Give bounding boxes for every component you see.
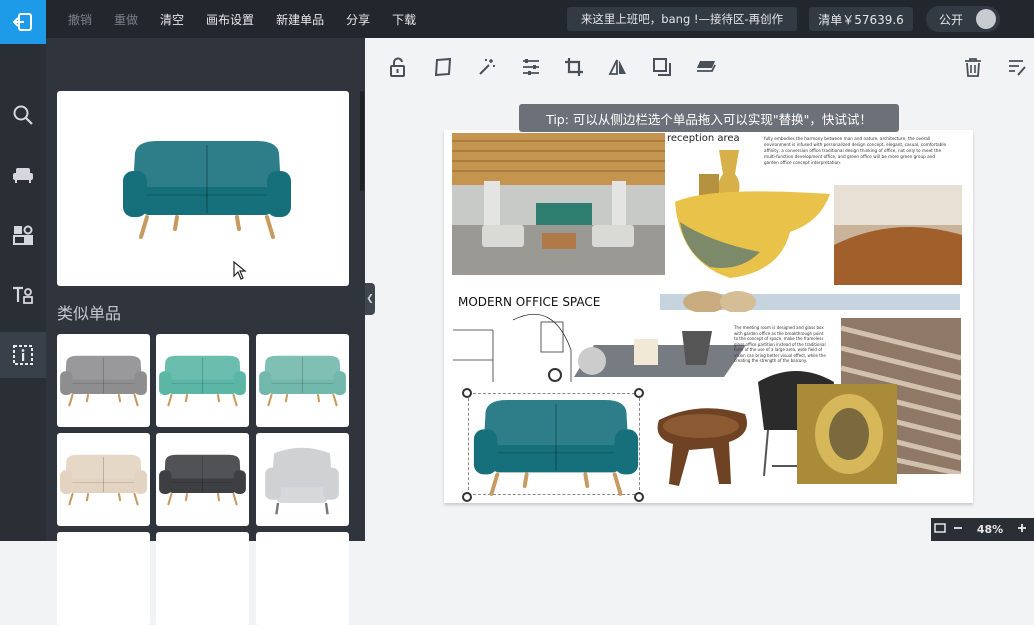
color-swatch-strip <box>660 291 960 312</box>
resize-handle[interactable] <box>634 388 644 398</box>
reception-label: reception area <box>667 133 740 144</box>
magic-button[interactable] <box>475 55 499 79</box>
zoom-in-button[interactable] <box>1013 523 1031 536</box>
flip-button[interactable] <box>606 55 630 79</box>
redo-button[interactable]: 重做 <box>103 11 149 28</box>
materials-icon <box>13 225 33 245</box>
gold-reception-desk-photo <box>675 191 830 278</box>
nav-furniture[interactable] <box>0 152 46 198</box>
resize-handle[interactable] <box>462 388 472 398</box>
resize-handle[interactable] <box>462 492 472 502</box>
zoom-level: 48% <box>976 523 1004 536</box>
nav-text[interactable] <box>0 272 46 318</box>
canvas-settings-button[interactable]: 画布设置 <box>195 11 265 28</box>
similar-item[interactable] <box>256 334 349 427</box>
share-button[interactable]: 分享 <box>335 11 381 28</box>
download-button[interactable]: 下载 <box>381 11 427 28</box>
nav-search[interactable] <box>0 92 46 138</box>
office-lobby-photo <box>452 133 665 275</box>
similar-item[interactable] <box>256 532 349 625</box>
new-item-button[interactable]: 新建单品 <box>265 11 335 28</box>
nav-materials[interactable] <box>0 212 46 258</box>
chevron-left-icon: ❮ <box>366 294 374 304</box>
project-title-button[interactable]: 来这里上班吧，bang !—接待区-再创作 <box>567 7 797 31</box>
price-list-button[interactable]: 清单￥57639.6 <box>809 7 913 31</box>
minus-icon <box>954 527 962 529</box>
edit-list-icon <box>1009 60 1026 76</box>
toggle-knob <box>976 9 996 29</box>
public-toggle-label: 公开 <box>939 12 964 27</box>
sliders-icon <box>523 59 539 75</box>
sidebar-scrollbar[interactable] <box>360 91 364 191</box>
left-nav <box>0 44 46 541</box>
tip-tooltip: Tip: 可以从侧边栏选个单品拖入可以实现"替换"，快试试！ <box>519 104 899 132</box>
exit-icon <box>12 13 32 31</box>
undo-button[interactable]: 撤销 <box>57 11 103 28</box>
distort-button[interactable] <box>431 55 455 79</box>
similar-item[interactable] <box>156 334 249 427</box>
delete-button[interactable] <box>961 55 985 79</box>
similar-item[interactable] <box>156 532 249 625</box>
distort-icon <box>434 57 452 77</box>
zoom-out-button[interactable] <box>949 523 967 536</box>
fit-screen-button[interactable] <box>931 523 949 536</box>
agate-stone-photo <box>797 384 897 484</box>
info-icon <box>13 345 33 365</box>
teal-sofa-image <box>117 133 297 243</box>
public-toggle[interactable]: 公开 <box>926 6 1000 32</box>
similar-item[interactable] <box>256 433 349 526</box>
exit-button[interactable] <box>0 0 46 44</box>
selected-item-preview[interactable] <box>57 91 349 286</box>
similar-items-title: 类似单品 <box>57 304 122 323</box>
copy-icon <box>653 58 671 76</box>
board-heading: MODERN OFFICE SPACE <box>458 295 601 309</box>
toolbar-menu: 撤销 重做 清空 画布设置 新建单品 分享 下载 <box>57 0 427 38</box>
teal-sofa-on-canvas[interactable] <box>468 392 644 500</box>
lock-button[interactable] <box>386 55 410 79</box>
plus-icon <box>1018 524 1026 532</box>
wood-side-table-photo <box>657 408 747 486</box>
magic-wand-icon <box>479 59 495 75</box>
similar-item[interactable] <box>57 532 150 625</box>
similar-item[interactable] <box>57 433 150 526</box>
nav-info[interactable] <box>0 332 46 378</box>
trash-icon <box>965 58 981 77</box>
intro-paragraph: fully embodies the harmony between man a… <box>764 136 947 165</box>
edit-text-button[interactable] <box>1005 55 1029 79</box>
floor-plan-sketch <box>453 310 583 382</box>
copy-button[interactable] <box>650 55 674 79</box>
top-toolbar: 撤销 重做 清空 画布设置 新建单品 分享 下载 来这里上班吧，bang !—接… <box>0 0 1034 38</box>
adjust-button[interactable] <box>519 55 543 79</box>
unlock-icon <box>390 57 405 77</box>
search-icon <box>13 105 33 125</box>
crop-icon <box>565 58 583 76</box>
clear-button[interactable]: 清空 <box>149 11 195 28</box>
item-tools <box>365 38 1034 100</box>
layers-icon <box>697 61 716 72</box>
design-canvas[interactable]: reception area fully embodies the harmon… <box>444 130 973 503</box>
coffee-set-photo <box>574 331 746 377</box>
flip-icon <box>608 59 626 75</box>
similar-item[interactable] <box>156 433 249 526</box>
collapse-sidebar-button[interactable]: ❮ <box>365 283 375 315</box>
resize-handle[interactable] <box>634 492 644 502</box>
layer-button[interactable] <box>694 55 718 79</box>
sidebar-panel: 类似单品 <box>46 38 365 625</box>
rotate-handle[interactable] <box>548 368 562 382</box>
similar-item[interactable] <box>57 334 150 427</box>
zoom-bar: 48% <box>931 518 1034 541</box>
cursor-icon <box>233 261 247 280</box>
text-icon <box>13 286 33 304</box>
wood-desk-photo <box>834 185 962 285</box>
crop-button[interactable] <box>562 55 586 79</box>
fit-screen-icon <box>934 523 946 533</box>
sofa-icon <box>13 168 33 183</box>
